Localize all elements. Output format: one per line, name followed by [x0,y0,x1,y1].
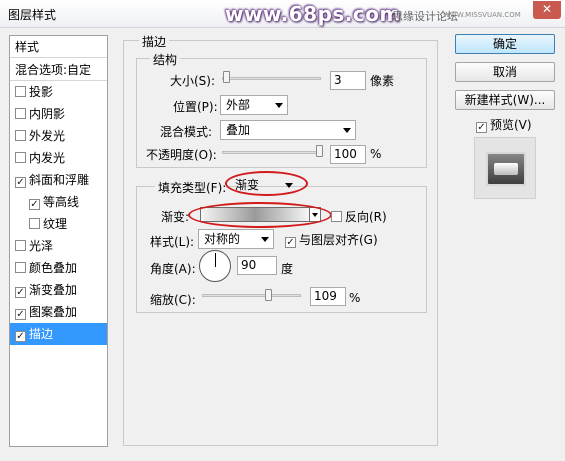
dialog-title: 图层样式 [8,8,57,22]
scale-slider[interactable] [202,294,301,297]
position-select[interactable]: 外部 [220,95,288,115]
style-item-outer-glow[interactable]: 外发光 [10,125,107,147]
checkbox[interactable] [15,152,26,163]
opacity-slider[interactable] [222,151,321,154]
style-item-inner-glow[interactable]: 内发光 [10,147,107,169]
style-item-label: 描边 [29,327,54,341]
blend-mode-label: 混合模式: [160,125,213,139]
checkbox-checked[interactable]: ✓ [15,309,26,320]
angle-unit: 度 [281,262,294,276]
style-item-label: 等高线 [43,195,80,209]
dial-needle [215,253,216,267]
new-style-button[interactable]: 新建样式(W)... [455,90,555,110]
style-list: 样式 混合选项:自定 投影 内阴影 外发光 内发光 ✓ 斜面和浮雕 ✓ 等高线 纹理… [9,35,108,447]
checkbox[interactable] [15,262,26,273]
structure-title: 结构 [150,51,181,68]
opacity-slider-thumb[interactable] [316,145,323,157]
stroke-group-title: 描边 [139,33,170,50]
style-item-label: 颜色叠加 [29,261,78,275]
checkbox-checked[interactable]: ✓ [15,287,26,298]
scale-unit: % [349,291,361,305]
style-item-satin[interactable]: 光泽 [10,235,107,257]
reverse-checkbox[interactable]: 反向(R) [331,208,387,225]
chevron-down-icon [261,237,269,242]
style-item-label: 渐变叠加 [29,283,78,297]
checkbox-checked[interactable]: ✓ [476,122,487,133]
checkbox[interactable] [15,130,26,141]
style-item-color-overlay[interactable]: 颜色叠加 [10,257,107,279]
gradient-label: 渐变: [161,210,190,224]
position-label: 位置(P): [173,100,218,114]
scale-input[interactable]: 109 [310,287,346,306]
align-label: 与图层对齐(G) [299,233,378,247]
checkbox-checked[interactable]: ✓ [15,331,26,342]
style-value: 对称的 [204,232,241,246]
style-item-stroke[interactable]: ✓ 描边 [10,323,107,345]
checkbox-checked[interactable]: ✓ [29,199,40,210]
style-item-label: 斜面和浮雕 [29,173,90,187]
fill-type-label: 填充类型(F): [155,179,230,196]
watermark-small: WWW.MISSVUAN.COM [443,11,521,19]
style-item-label: 内阴影 [29,107,66,121]
style-item-bevel-emboss[interactable]: ✓ 斜面和浮雕 [10,169,107,191]
size-slider-thumb[interactable] [223,71,230,83]
blend-mode-select[interactable]: 叠加 [220,120,356,140]
style-item-label: 光泽 [29,239,54,253]
blend-options-item[interactable]: 混合选项:自定 [10,59,107,81]
style-item-drop-shadow[interactable]: 投影 [10,81,107,103]
checkbox-checked[interactable]: ✓ [15,177,26,188]
align-checkbox[interactable]: ✓ 与图层对齐(G) [285,231,378,248]
style-preview [474,137,536,199]
watermark: www.68ps.com [225,2,401,26]
position-value: 外部 [226,98,251,112]
style-item-pattern-overlay[interactable]: ✓ 图案叠加 [10,301,107,323]
angle-label: 角度(A): [150,262,196,276]
style-item-contour[interactable]: ✓ 等高线 [10,191,107,213]
close-button[interactable]: ✕ [533,1,561,19]
checkbox-checked[interactable]: ✓ [285,237,296,248]
opacity-unit: % [370,147,382,161]
style-item-label: 图案叠加 [29,305,78,319]
style-item-label: 内发光 [29,151,66,165]
checkbox[interactable] [29,218,40,229]
scale-label: 缩放(C): [150,293,196,307]
chevron-down-icon [275,103,283,108]
checkbox[interactable] [15,108,26,119]
preview-thumbnail [486,152,526,186]
style-label: 样式(L): [150,235,195,249]
checkbox[interactable] [331,211,342,222]
style-list-header[interactable]: 样式 [10,36,107,58]
scale-slider-thumb[interactable] [265,289,272,301]
checkbox[interactable] [15,86,26,97]
preview-checkbox[interactable]: ✓ 预览(V) [476,116,532,133]
highlight-ellipse [225,171,308,196]
style-select[interactable]: 对称的 [198,229,274,249]
style-item-inner-shadow[interactable]: 内阴影 [10,103,107,125]
checkbox[interactable] [15,240,26,251]
style-item-label: 外发光 [29,129,66,143]
size-slider[interactable] [222,77,321,80]
cancel-button[interactable]: 取消 [455,62,555,82]
size-unit: 像素 [370,74,395,88]
blend-mode-value: 叠加 [226,123,251,137]
title-bar: 图层样式 www.68ps.com 思缘设计论坛 WWW.MISSVUAN.CO… [0,0,565,28]
size-input[interactable]: 3 [330,71,366,90]
reverse-label: 反向(R) [345,210,387,224]
angle-input[interactable]: 90 [237,256,277,275]
highlight-ellipse [188,202,332,228]
preview-label: 预览(V) [490,118,532,132]
opacity-label: 不透明度(O): [146,148,217,162]
close-icon: ✕ [541,2,553,16]
style-item-label: 投影 [29,85,54,99]
size-label: 大小(S): [170,74,216,88]
ok-button[interactable]: 确定 [455,34,555,54]
opacity-input[interactable]: 100 [330,145,366,164]
style-item-gradient-overlay[interactable]: ✓ 渐变叠加 [10,279,107,301]
angle-dial[interactable] [199,250,231,282]
chevron-down-icon [343,128,351,133]
style-item-label: 纹理 [43,217,68,231]
style-item-texture[interactable]: 纹理 [10,213,107,235]
